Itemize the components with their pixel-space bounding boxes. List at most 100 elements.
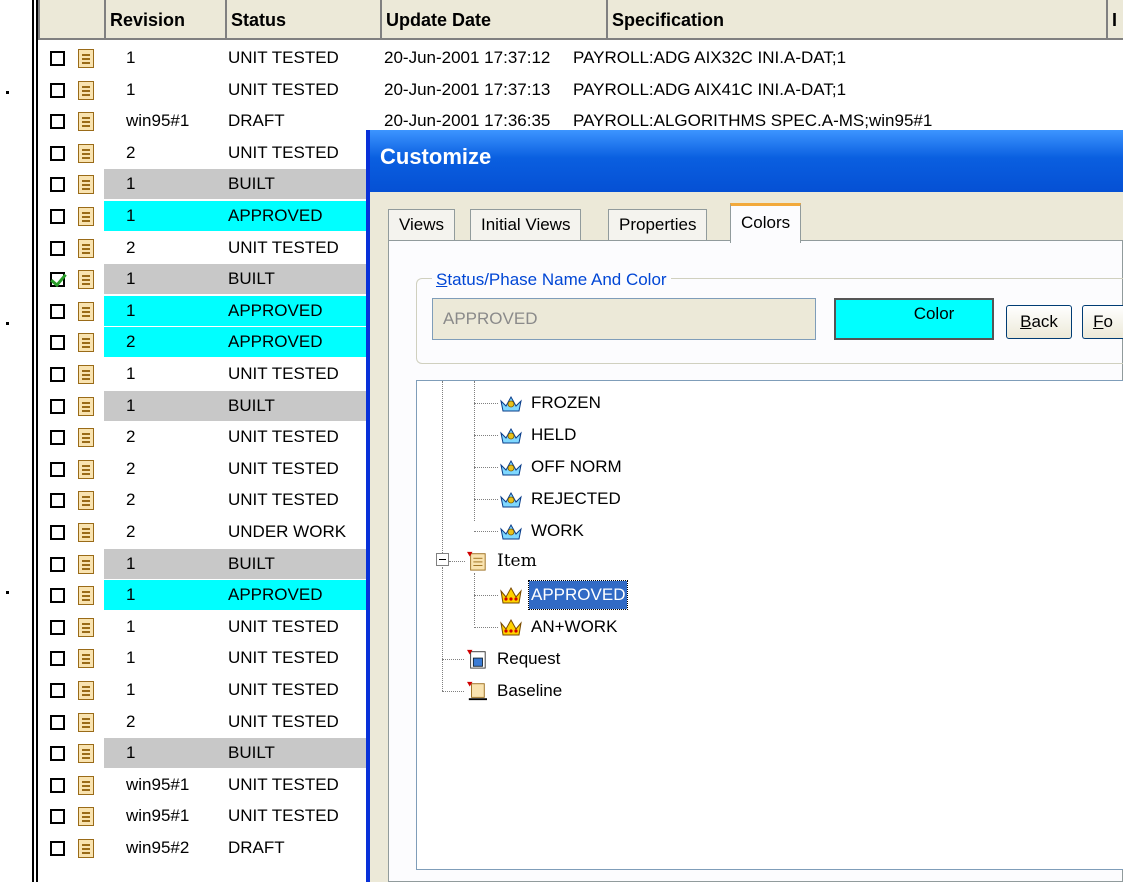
- cell-status: UNIT TESTED: [228, 237, 339, 257]
- table-row[interactable]: 1 UNIT TESTED 20-Jun-2001 17:37:12 PAYROLL:…: [38, 42, 1123, 74]
- row-checkbox[interactable]: [50, 525, 65, 540]
- tree-line: [442, 659, 464, 660]
- cell-revision: 2: [126, 711, 136, 731]
- status-name-field[interactable]: APPROVED: [432, 298, 816, 340]
- cell-revision: 2: [126, 490, 136, 510]
- row-checkbox[interactable]: [50, 51, 65, 66]
- item-document-icon: [78, 428, 94, 448]
- tab-colors[interactable]: Colors: [730, 203, 802, 243]
- cell-status: UNIT TESTED: [228, 48, 339, 67]
- status-tree: FROZEN HELD OFF NORM REJECTED WORK Item …: [416, 380, 1123, 870]
- row-checkbox[interactable]: [50, 114, 65, 130]
- dialog-title: Customize: [380, 144, 492, 169]
- item-document-icon: [78, 712, 94, 732]
- tab-initial-views[interactable]: Initial Views: [470, 209, 582, 241]
- row-checkbox[interactable]: [50, 556, 65, 572]
- cell-revision: 1: [126, 48, 136, 67]
- forward-button[interactable]: Fo: [1082, 305, 1123, 339]
- cell-revision: 2: [126, 332, 136, 352]
- item-document-icon: [78, 301, 94, 321]
- color-swatch-button[interactable]: Color: [834, 298, 994, 340]
- cell-revision: 1: [126, 206, 136, 225]
- header-revision[interactable]: Revision: [104, 0, 225, 40]
- table-row[interactable]: 1 UNIT TESTED 20-Jun-2001 17:37:13 PAYROLL:…: [38, 74, 1123, 106]
- row-checkbox[interactable]: [50, 714, 65, 730]
- cell-revision: 1: [126, 680, 136, 699]
- cell-revision: 2: [126, 458, 136, 478]
- tree-node-label: AN+WORK: [531, 617, 618, 636]
- item-document-icon: [78, 112, 94, 132]
- tab-properties[interactable]: Properties: [608, 209, 708, 241]
- header-status[interactable]: Status: [225, 0, 380, 40]
- status-crown-icon: [500, 523, 522, 540]
- tree-node-label: Request: [497, 649, 561, 668]
- cell-status: UNIT TESTED: [228, 364, 339, 383]
- header-next-column[interactable]: I: [1106, 0, 1123, 40]
- row-checkbox[interactable]: [50, 145, 65, 161]
- tab-views[interactable]: Views: [388, 209, 456, 241]
- cell-status: UNIT TESTED: [228, 648, 339, 668]
- collapse-toggle-icon[interactable]: [436, 553, 449, 566]
- header-update-date[interactable]: Update Date: [380, 0, 606, 40]
- cell-status: UNIT TESTED: [228, 490, 339, 510]
- header-specification[interactable]: Specification: [606, 0, 1106, 40]
- cell-revision: 1: [126, 269, 136, 289]
- row-checkbox[interactable]: [50, 683, 65, 698]
- cell-revision: 2: [126, 427, 136, 447]
- tree-node-label: WORK: [531, 521, 584, 540]
- row-checkbox[interactable]: [50, 746, 65, 762]
- cell-specification: PAYROLL:ADG AIX41C INI.A-DAT;1: [573, 79, 847, 99]
- item-document-icon: [78, 491, 94, 511]
- tree-node-label: OFF NORM: [531, 457, 622, 476]
- row-checkbox[interactable]: [50, 461, 65, 477]
- row-checkbox[interactable]: [50, 588, 65, 604]
- row-checkbox[interactable]: [50, 398, 65, 414]
- row-checkbox[interactable]: [50, 809, 65, 825]
- cell-revision: 1: [126, 743, 136, 763]
- row-checkbox[interactable]: [50, 82, 65, 98]
- row-checkbox[interactable]: [50, 303, 65, 319]
- row-checkbox[interactable]: [50, 619, 65, 635]
- cell-revision: 2: [126, 522, 136, 541]
- tree-node-label: REJECTED: [531, 489, 621, 508]
- grid-header: Revision Status Update Date Specificatio…: [38, 0, 1123, 40]
- cell-status: UNIT TESTED: [228, 458, 339, 478]
- pane-tick: [6, 322, 9, 325]
- item-document-icon: [78, 839, 94, 858]
- row-checkbox[interactable]: [50, 240, 65, 256]
- tree-node-label: FROZEN: [531, 393, 601, 412]
- pane-tick: [6, 591, 9, 594]
- row-checkbox[interactable]: [50, 367, 65, 382]
- tree-line: [442, 381, 443, 555]
- row-checkbox[interactable]: [50, 335, 65, 351]
- cell-revision: 1: [126, 648, 136, 668]
- item-document-icon: [78, 554, 94, 574]
- cell-status: UNDER WORK: [228, 522, 347, 541]
- row-checkbox[interactable]: [50, 651, 65, 667]
- back-button[interactable]: Back: [1006, 305, 1072, 339]
- cell-status: BUILT: [228, 174, 275, 194]
- header-blank[interactable]: [38, 0, 104, 40]
- status-crown-icon: [500, 459, 522, 476]
- row-checkbox[interactable]: [50, 777, 65, 793]
- dialog-titlebar[interactable]: Customize: [370, 130, 1123, 192]
- cell-status: APPROVED: [228, 332, 323, 352]
- cell-status: BUILT: [228, 743, 275, 763]
- cell-status: UNIT TESTED: [228, 616, 339, 636]
- item-document-icon: [78, 207, 94, 226]
- cell-revision: 1: [126, 174, 136, 194]
- row-checkbox[interactable]: [50, 493, 65, 509]
- tree-line: [474, 467, 498, 468]
- row-checkbox[interactable]: [50, 209, 65, 224]
- cell-revision: win95#2: [126, 838, 190, 857]
- row-checkbox[interactable]: [50, 272, 65, 288]
- row-checkbox[interactable]: [50, 177, 65, 193]
- tree-line: [474, 435, 498, 436]
- row-checkbox[interactable]: [50, 841, 65, 856]
- phase-crown-icon: [500, 586, 522, 604]
- cell-status: UNIT TESTED: [228, 142, 339, 162]
- item-document-icon: [467, 551, 486, 571]
- tree-line: [474, 595, 498, 596]
- item-document-icon: [78, 681, 94, 700]
- row-checkbox[interactable]: [50, 430, 65, 446]
